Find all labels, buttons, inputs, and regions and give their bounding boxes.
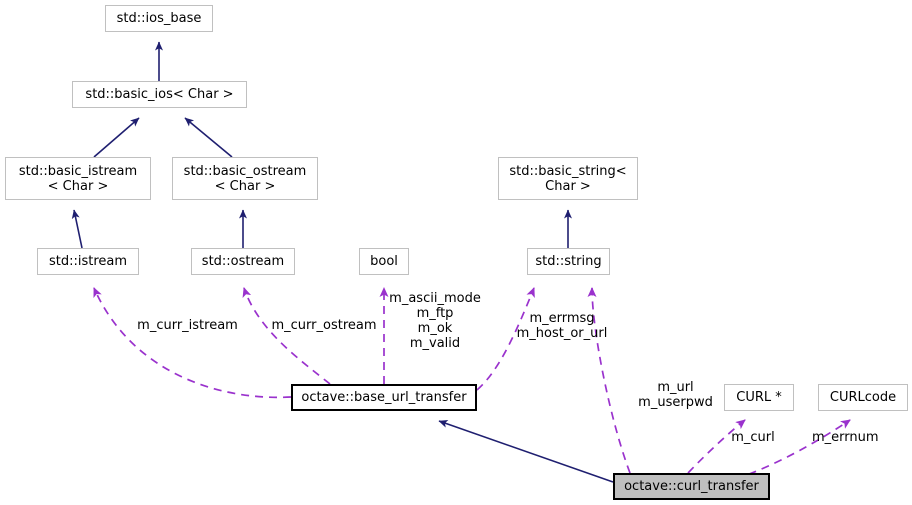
edge-label-m-curl: m_curl: [731, 430, 775, 445]
node-octave-curl-transfer[interactable]: octave::curl_transfer: [613, 473, 770, 500]
node-std-ostream[interactable]: std::ostream: [191, 248, 295, 275]
node-curlcode[interactable]: CURLcode: [818, 384, 908, 411]
node-octave-base-url-transfer[interactable]: octave::base_url_transfer: [291, 384, 477, 411]
node-std-string[interactable]: std::string: [527, 248, 610, 275]
edge-basic_ostream-to-basic_ios: [184, 117, 233, 158]
edge-label-string-base-fields: m_errmsg m_host_or_url: [516, 311, 608, 341]
node-std-istream[interactable]: std::istream: [37, 248, 139, 275]
class-diagram-canvas: std::ios_base std::basic_ios< Char > std…: [0, 0, 912, 505]
edge-basic_istream-to-basic_ios: [93, 117, 140, 158]
node-std-ios-base[interactable]: std::ios_base: [105, 5, 213, 32]
node-std-basic-istream[interactable]: std::basic_istream < Char >: [5, 157, 151, 200]
edge-m_curr_ostream: [242, 287, 331, 385]
edge-label-bool-fields: m_ascii_mode m_ftp m_ok m_valid: [389, 291, 481, 351]
node-std-basic-string[interactable]: std::basic_string< Char >: [498, 157, 638, 200]
node-curl-pointer[interactable]: CURL *: [724, 384, 794, 411]
node-std-basic-ostream[interactable]: std::basic_ostream < Char >: [172, 157, 318, 200]
edge-curl_transfer-to-base_url: [438, 420, 614, 483]
edge-label-url-userpwd: m_url m_userpwd: [638, 380, 713, 410]
edge-label-m-curr-ostream: m_curr_ostream: [271, 318, 377, 333]
edge-label-m-curr-istream: m_curr_istream: [137, 318, 238, 333]
edge-label-m-errnum: m_errnum: [812, 430, 879, 445]
edge-istream-to-basic_istream: [71, 209, 83, 249]
edge-m_curl: [687, 419, 746, 474]
node-std-basic-ios[interactable]: std::basic_ios< Char >: [72, 81, 247, 108]
node-bool[interactable]: bool: [359, 248, 409, 275]
edge-m_curr_istream: [93, 287, 292, 399]
